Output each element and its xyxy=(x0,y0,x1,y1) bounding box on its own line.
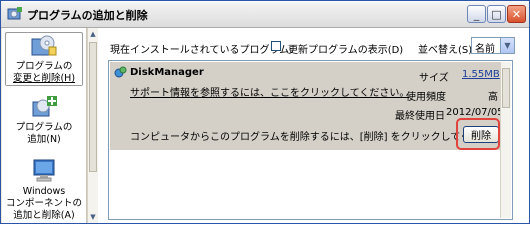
installed-programs-label: 現在インストールされているプログラム: xyxy=(110,45,293,56)
last-used-value: 2012/07/05 xyxy=(446,107,504,118)
sidebar-item-add-programs[interactable]: プログラムの 追加(N) xyxy=(2,94,86,146)
sidebar-scroll-thumb[interactable] xyxy=(89,42,97,172)
window-title: プログラムの追加と削除 xyxy=(27,9,148,22)
scroll-down-icon[interactable]: ▼ xyxy=(88,212,98,222)
program-row-diskmanager[interactable]: DiskManager サポート情報を参照するには、ここをクリックしてください。… xyxy=(110,62,510,150)
sidebar-item-label: プログラムの xyxy=(6,61,82,73)
chevron-down-icon[interactable]: ▼ xyxy=(500,38,514,53)
cd-add-icon xyxy=(32,96,57,117)
sidebar: プログラムの 変更と削除(H) プログラムの 追加(N) Windows コンポ… xyxy=(2,28,87,223)
maximize-button[interactable]: □ xyxy=(487,5,506,23)
support-info-link[interactable]: サポート情報を参照するには、ここをクリックしてください。 xyxy=(130,84,409,99)
sidebar-scrollbar[interactable]: ▲ ▼ xyxy=(87,28,98,223)
show-updates-checkbox[interactable] xyxy=(271,41,281,51)
sidebar-item-change-remove[interactable]: プログラムの 変更と削除(H) xyxy=(5,32,83,86)
sidebar-item-label: コンポーネントの xyxy=(5,198,82,209)
frequency-value: 高 xyxy=(488,92,498,103)
last-used-label: 最終使用日 xyxy=(395,111,445,122)
size-label: サイズ xyxy=(419,73,449,84)
cd-box-icon xyxy=(31,35,57,56)
program-list-scrollbar[interactable] xyxy=(500,62,511,218)
sidebar-item-label: Windows xyxy=(22,186,66,197)
program-list: DiskManager サポート情報を参照するには、ここをクリックしてください。… xyxy=(108,60,513,220)
sort-select-value: 名前 xyxy=(475,44,495,55)
sort-label: 並べ替え(S): xyxy=(418,45,476,56)
frequency-label: 使用頻度 xyxy=(406,92,446,103)
program-name: DiskManager xyxy=(130,67,204,78)
minimize-button[interactable]: _ xyxy=(467,5,486,23)
sort-select[interactable]: 名前 ▼ xyxy=(471,37,515,55)
sidebar-item-label: プログラムの xyxy=(15,122,73,133)
remove-instruction: コンピュータからこのプログラムを削除するには、[削除] をクリックしてください。 xyxy=(130,132,511,143)
windows-components-icon xyxy=(33,159,55,182)
show-updates-label[interactable]: 更新プログラムの表示(D) xyxy=(288,41,403,56)
scroll-up-icon[interactable]: ▲ xyxy=(88,29,98,39)
program-list-scroll-thumb[interactable] xyxy=(502,68,510,108)
add-remove-programs-icon xyxy=(7,7,22,20)
sidebar-item-label: 追加(N) xyxy=(27,134,61,145)
close-button[interactable]: ✕ xyxy=(507,5,526,23)
remove-button-highlight xyxy=(456,118,500,150)
sidebar-item-windows-components[interactable]: Windows コンポーネントの 追加と削除(A) xyxy=(2,158,86,222)
title-bar: プログラムの追加と削除 _ □ ✕ xyxy=(1,1,529,28)
size-value[interactable]: 1.55MB xyxy=(462,69,500,80)
disk-manager-icon xyxy=(114,66,127,78)
sidebar-item-label: 追加と削除(A) xyxy=(13,210,75,221)
add-remove-programs-window: プログラムの追加と削除 _ □ ✕ プログラムの 変更と削除(H) プログラムの… xyxy=(0,0,530,224)
sidebar-item-label: 変更と削除(H) xyxy=(6,73,82,85)
